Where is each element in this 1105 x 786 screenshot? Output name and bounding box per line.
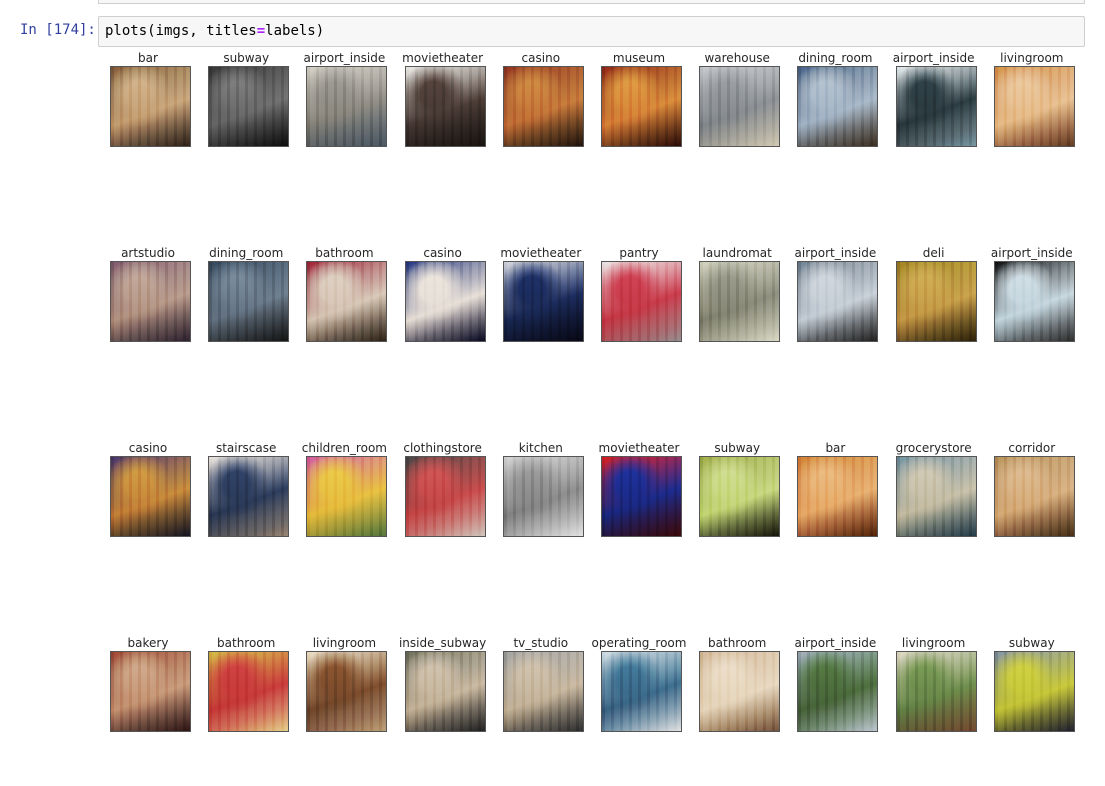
scene-thumbnail	[502, 261, 584, 342]
image-tile: warehouse	[687, 50, 787, 150]
image-title: airport_inside	[990, 246, 1073, 260]
image-tile: livingroom	[982, 50, 1082, 150]
scene-thumbnail	[110, 261, 191, 342]
scene-thumbnail	[699, 456, 781, 537]
image-title: livingroom	[1000, 51, 1064, 65]
image-tile: airport_inside	[884, 50, 984, 150]
image-tile: corridor	[982, 440, 1082, 540]
scene-thumbnail	[208, 66, 290, 147]
scene-thumbnail	[502, 66, 584, 147]
image-tile: casino	[98, 440, 198, 540]
scene-thumbnail	[797, 651, 879, 732]
image-tile: livingroom	[294, 635, 394, 735]
scene-thumbnail	[110, 456, 191, 537]
scene-thumbnail	[699, 66, 781, 147]
image-tile: airport_inside	[982, 245, 1082, 345]
image-tile: inside_subway	[393, 635, 493, 735]
scene-thumbnail	[502, 651, 584, 732]
scene-thumbnail	[306, 456, 388, 537]
scene-thumbnail	[404, 261, 486, 342]
code-argument: labels)	[265, 23, 325, 39]
scene-thumbnail	[993, 651, 1075, 732]
scene-thumbnail	[208, 261, 290, 342]
scene-thumbnail	[404, 66, 486, 147]
scene-thumbnail	[895, 261, 977, 342]
image-tile: tv_studio	[491, 635, 591, 735]
image-tile: pantry	[589, 245, 689, 345]
image-tile: casino	[393, 245, 493, 345]
image-tile: bathroom	[687, 635, 787, 735]
image-tile: bathroom	[196, 635, 296, 735]
image-tile: dining_room	[196, 245, 296, 345]
scene-thumbnail	[306, 651, 388, 732]
image-tile: bakery	[98, 635, 198, 735]
image-tile: grocerystore	[884, 440, 984, 540]
scene-thumbnail	[502, 456, 584, 537]
scene-thumbnail	[110, 651, 191, 732]
scene-thumbnail	[208, 651, 290, 732]
image-tile: airport_inside	[294, 50, 394, 150]
scene-thumbnail	[699, 261, 781, 342]
scene-thumbnail	[110, 66, 191, 147]
image-tile: airport_inside	[785, 635, 885, 735]
image-title: subway	[1008, 636, 1055, 650]
image-tile: operating_room	[589, 635, 689, 735]
image-tile: museum	[589, 50, 689, 150]
image-tile: subway	[982, 635, 1082, 735]
scene-thumbnail	[797, 456, 879, 537]
image-tile: dining_room	[785, 50, 885, 150]
scene-thumbnail	[895, 651, 977, 732]
image-tile: airport_inside	[785, 245, 885, 345]
image-tile: laundromat	[687, 245, 787, 345]
image-tile: artstudio	[98, 245, 198, 345]
scene-thumbnail	[895, 456, 977, 537]
image-tile: subway	[687, 440, 787, 540]
code-call: plots(imgs, titles	[105, 23, 257, 39]
scene-thumbnail	[993, 66, 1075, 147]
scene-thumbnail	[699, 651, 781, 732]
scene-thumbnail	[306, 66, 388, 147]
scene-thumbnail	[601, 651, 682, 732]
scene-thumbnail	[404, 456, 486, 537]
scene-thumbnail	[601, 66, 682, 147]
scene-thumbnail	[797, 66, 879, 147]
scene-thumbnail	[208, 456, 290, 537]
previous-output-cell-edge	[98, 0, 1085, 4]
cell-prompt: In [174]:	[20, 22, 96, 38]
image-tile: bar	[98, 50, 198, 150]
scene-thumbnail	[895, 66, 977, 147]
image-tile: clothingstore	[393, 440, 493, 540]
image-tile: kitchen	[491, 440, 591, 540]
scene-thumbnail	[993, 456, 1075, 537]
image-tile: deli	[884, 245, 984, 345]
image-tile: movietheater	[393, 50, 493, 150]
scene-thumbnail	[601, 456, 682, 537]
scene-thumbnail	[306, 261, 388, 342]
image-tile: stairscase	[196, 440, 296, 540]
image-tile: bathroom	[294, 245, 394, 345]
image-tile: subway	[196, 50, 296, 150]
image-tile: bar	[785, 440, 885, 540]
image-tile: children_room	[294, 440, 394, 540]
image-tile: movietheater	[589, 440, 689, 540]
scene-thumbnail	[404, 651, 486, 732]
scene-thumbnail	[993, 261, 1075, 342]
scene-thumbnail	[797, 261, 879, 342]
code-operator: =	[256, 23, 266, 39]
code-cell-input[interactable]: plots(imgs, titles=labels)	[98, 16, 1085, 47]
cell-output-image-grid: bar subway airport_inside movietheater casin…	[98, 48, 1088, 786]
image-title: corridor	[1008, 441, 1056, 455]
image-tile: livingroom	[884, 635, 984, 735]
image-tile: movietheater	[491, 245, 591, 345]
scene-thumbnail	[601, 261, 682, 342]
image-tile: casino	[491, 50, 591, 150]
